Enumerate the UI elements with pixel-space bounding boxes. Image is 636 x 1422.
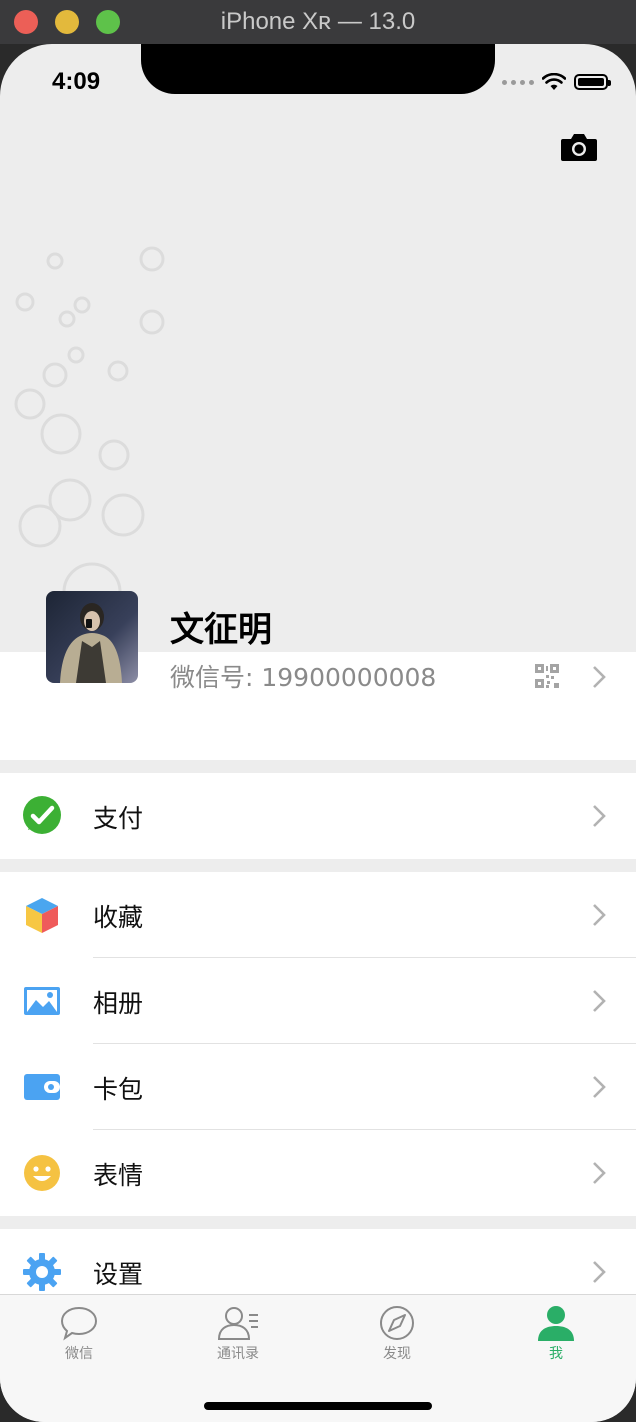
menu-item-label: 支付 (93, 804, 144, 833)
battery-icon (574, 74, 611, 90)
profile-wechat-id: 微信号: 19900000008 (170, 663, 437, 692)
tab-discover[interactable]: 发现 (337, 1305, 457, 1363)
person-icon (538, 1306, 574, 1341)
tab-label: 通讯录 (217, 1346, 259, 1362)
chevron-right-icon (593, 904, 606, 926)
avatar[interactable] (46, 591, 138, 683)
wechat-pay-icon (23, 796, 61, 834)
tab-contacts[interactable]: 通讯录 (178, 1305, 298, 1363)
menu-item-stickers[interactable]: 表情 (0, 1130, 636, 1216)
profile-nickname: 文征明 (170, 610, 272, 650)
tab-label: 我 (549, 1346, 563, 1362)
home-indicator[interactable] (204, 1402, 432, 1410)
tab-label: 发现 (383, 1346, 411, 1362)
menu-item-album[interactable]: 相册 (0, 958, 636, 1044)
tab-chats[interactable]: 微信 (19, 1305, 139, 1363)
menu-item-cards[interactable]: 卡包 (0, 1044, 636, 1130)
chevron-right-icon (593, 990, 606, 1012)
tab-me[interactable]: 我 (496, 1305, 616, 1363)
image-icon (24, 987, 60, 1015)
wifi-icon (542, 73, 566, 90)
status-icons (502, 70, 611, 94)
menu-item-label: 卡包 (93, 1075, 144, 1104)
profile-chevron-right-icon (593, 666, 606, 688)
smiley-icon (24, 1155, 60, 1191)
pay-group: 支付 (0, 773, 636, 859)
chevron-right-icon (593, 1162, 606, 1184)
contacts-icon (217, 1307, 258, 1340)
chat-bubble-icon (60, 1306, 98, 1341)
phone-screen: 4:09 文征明 微信号: 19900000008 支付 收藏 相册 卡包 表情… (0, 44, 636, 1422)
signal-icon (502, 79, 534, 85)
compass-icon (380, 1306, 414, 1340)
qr-code-icon[interactable] (535, 664, 559, 688)
menu-item-pay[interactable]: 支付 (0, 773, 636, 859)
chevron-right-icon (593, 1261, 606, 1283)
menu-item-label: 收藏 (93, 903, 144, 932)
menu-item-label: 相册 (93, 989, 144, 1018)
simulator-title-bar: iPhone Xʀ — 13.0 (0, 0, 636, 44)
services-group: 收藏 相册 卡包 表情 (0, 872, 636, 1216)
status-time: 4:09 (52, 68, 101, 95)
cube-icon (26, 898, 58, 933)
chevron-right-icon (593, 805, 606, 827)
gear-icon (23, 1253, 61, 1291)
menu-item-label: 设置 (93, 1260, 144, 1289)
menu-item-label: 表情 (93, 1161, 144, 1190)
tab-label: 微信 (65, 1346, 93, 1362)
menu-item-favorites[interactable]: 收藏 (0, 872, 636, 958)
wallet-icon (24, 1074, 60, 1100)
window-title: iPhone Xʀ — 13.0 (220, 8, 416, 35)
notch (141, 44, 495, 94)
camera-icon[interactable] (560, 132, 598, 162)
chevron-right-icon (593, 1076, 606, 1098)
